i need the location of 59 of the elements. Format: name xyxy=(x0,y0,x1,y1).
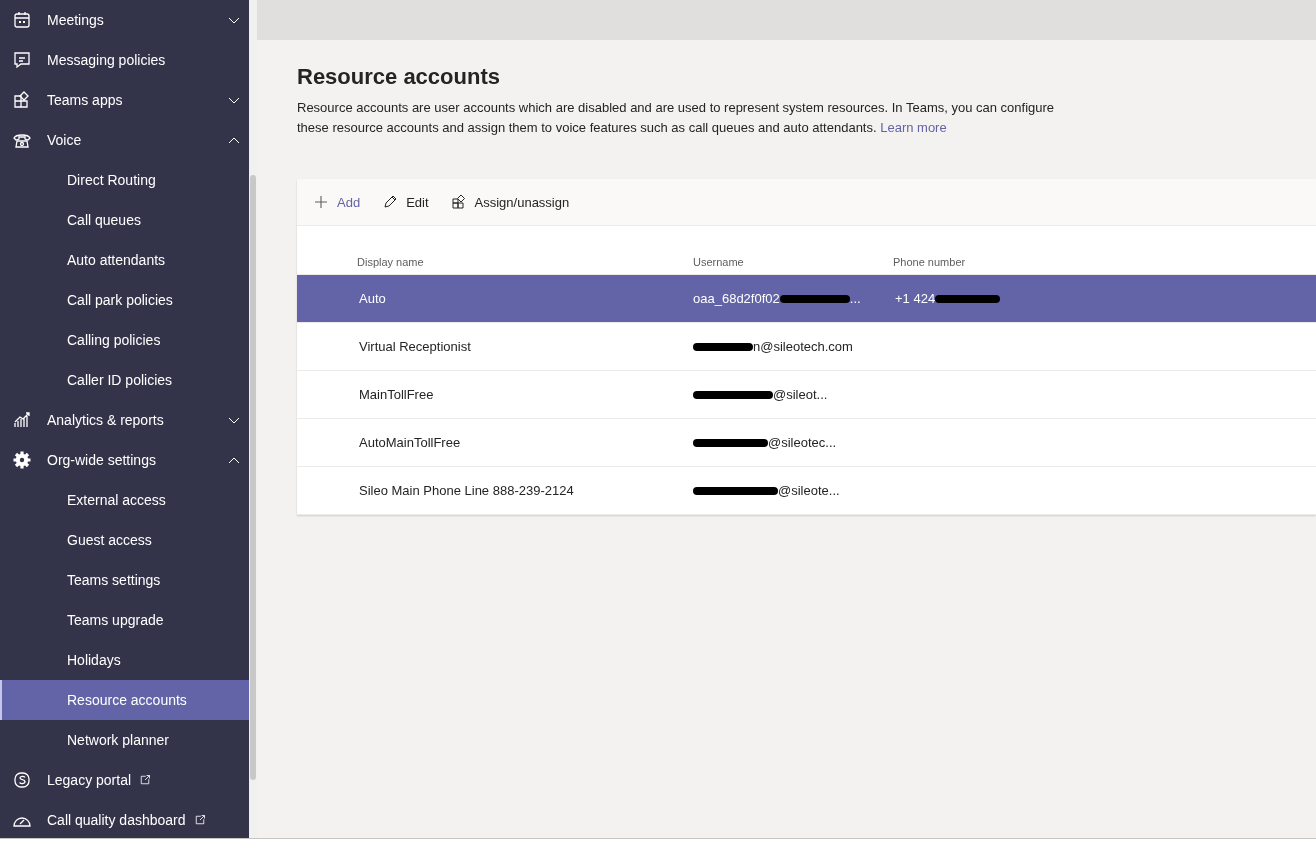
scrollbar-thumb[interactable] xyxy=(250,175,256,780)
chart-icon xyxy=(12,410,32,430)
redaction-mark xyxy=(693,342,753,351)
sidebar-item[interactable]: Resource accounts xyxy=(0,680,249,720)
table-row[interactable]: MainTollFree @sileot... xyxy=(297,371,1316,420)
username-text: @sileotec... xyxy=(768,434,837,453)
learn-more-link[interactable]: Learn more xyxy=(880,120,947,136)
sidebar-item[interactable]: Direct Routing xyxy=(0,160,249,200)
sidebar-item[interactable]: Analytics & reports xyxy=(0,400,249,440)
column-header[interactable]: Display name xyxy=(357,255,424,268)
table-cell: AutoMainTollFree xyxy=(359,435,461,451)
sidebar-item[interactable]: Call queues xyxy=(0,200,249,240)
redaction-mark xyxy=(935,294,1001,303)
username-text: @sileot... xyxy=(773,386,828,405)
username-text: oaa_68d2f0f02 xyxy=(693,290,780,309)
chat-icon xyxy=(12,50,32,70)
page-title: Resource accounts xyxy=(297,64,501,91)
sidebar-item[interactable]: Call park policies xyxy=(0,280,249,320)
toolbar-button[interactable]: Edit xyxy=(382,192,429,213)
sidebar-item[interactable]: Auto attendants xyxy=(0,240,249,280)
sidebar-item[interactable]: Holidays xyxy=(0,640,249,680)
plus-icon xyxy=(313,194,329,211)
table-cell: MainTollFree xyxy=(359,387,434,403)
sidebar-item[interactable]: Meetings xyxy=(0,0,249,40)
table-row[interactable]: Virtual Receptionist n@sileotech.com xyxy=(297,323,1316,372)
apps-icon xyxy=(450,194,467,211)
sidebar-item[interactable]: Guest access xyxy=(0,520,249,560)
pencil-icon xyxy=(382,194,399,211)
sidebar-item[interactable]: Teams settings xyxy=(0,560,249,600)
sidebar-item[interactable]: Messaging policies xyxy=(0,40,249,80)
sidebar-item[interactable]: Voice xyxy=(0,120,249,160)
sidebar-item[interactable]: Teams apps xyxy=(0,80,249,120)
sidebar-item[interactable]: Legacy portal xyxy=(0,760,249,800)
column-header[interactable]: Username xyxy=(693,253,744,271)
sidebar-item[interactable]: External access xyxy=(0,480,249,520)
username-text: @sileote... xyxy=(778,482,840,501)
phone-text: +1 424 xyxy=(895,290,936,309)
table-cell: Sileo Main Phone Line 888-239-2124 xyxy=(359,483,574,499)
toolbar-button[interactable]: Assign/unassign xyxy=(450,192,570,213)
table-row[interactable]: AutoMainTollFree @sileotec... xyxy=(297,419,1316,468)
table-row[interactable]: Sileo Main Phone Line 888-239-2124 @sileote... xyxy=(297,467,1316,516)
sidebar-item[interactable]: Caller ID policies xyxy=(0,360,249,400)
sidebar-item[interactable]: Teams upgrade xyxy=(0,600,249,640)
sidebar-item[interactable]: Calling policies xyxy=(0,320,249,360)
redaction-mark xyxy=(779,294,850,303)
username-text: n@sileotech.com xyxy=(753,338,853,357)
username-text: ... xyxy=(849,290,861,309)
column-header[interactable]: Phone number xyxy=(893,253,966,271)
skype-icon xyxy=(12,770,32,790)
sidebar-item[interactable]: Call quality dashboard xyxy=(0,800,249,838)
table-cell: Auto xyxy=(359,291,386,307)
table-cell: Virtual Receptionist xyxy=(359,339,471,355)
page-description: Resource accounts are user accounts which are disabled and are used to represent system resources. In Teams, you can configure these resource accounts and assign them to voice features such as call queues and auto attendants. Learn more xyxy=(297,99,1056,138)
sidebar-item[interactable]: Org-wide settings xyxy=(0,440,249,480)
gear-icon xyxy=(12,450,32,470)
table-row[interactable]: Auto oaa_68d2f0f02 ... +1 424 xyxy=(297,275,1316,324)
sidebar-item[interactable]: Network planner xyxy=(0,720,249,760)
toolbar-button[interactable]: Add xyxy=(313,192,361,213)
calendar-icon xyxy=(12,10,32,30)
